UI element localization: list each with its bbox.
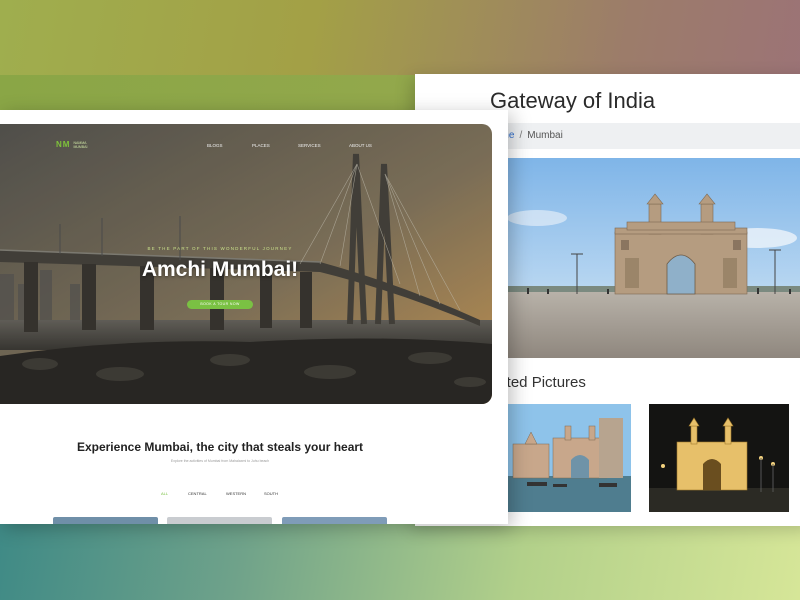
breadcrumb-separator: / bbox=[519, 130, 523, 141]
filter-tab-western[interactable]: WESTERN bbox=[226, 491, 246, 496]
nav-about-us[interactable]: ABOUT US bbox=[349, 143, 372, 148]
background-bottom-band bbox=[0, 522, 800, 600]
hero-title: Amchi Mumbai! bbox=[141, 258, 299, 281]
breadcrumb-current: Mumbai bbox=[527, 130, 563, 141]
nav-blogs[interactable]: BLOGS bbox=[207, 143, 223, 148]
filter-tab-central[interactable]: CENTRAL bbox=[188, 491, 207, 496]
filter-tab-all[interactable]: ALL bbox=[161, 491, 168, 496]
site-logo[interactable]: NM NAMMA MUMBAI bbox=[56, 140, 91, 149]
page-title: Gateway of India bbox=[490, 88, 656, 113]
filter-tab-south[interactable]: SOUTH bbox=[264, 491, 278, 496]
place-card[interactable] bbox=[167, 517, 272, 524]
place-card[interactable] bbox=[53, 517, 158, 524]
logo-text: NAMMA MUMBAI bbox=[73, 140, 88, 149]
section-subtitle: Explore the activities of Mumbai from Ma… bbox=[170, 459, 270, 463]
nav-places[interactable]: PLACES bbox=[252, 143, 270, 148]
related-picture-night[interactable] bbox=[649, 404, 789, 512]
nav-services[interactable]: SERVICES bbox=[298, 143, 321, 148]
book-tour-button[interactable]: BOOK A TOUR NOW bbox=[187, 300, 253, 309]
place-card[interactable] bbox=[282, 517, 387, 524]
section-title: Experience Mumbai, the city that steals … bbox=[76, 440, 364, 454]
gateway-main-photo bbox=[507, 158, 800, 358]
tourism-site-page: NM NAMMA MUMBAI BLOGS PLACES SERVICES AB… bbox=[0, 110, 508, 524]
hero-tagline: BE THE PART OF THIS WONDERFUL JOURNEY bbox=[147, 246, 293, 251]
related-pictures-heading: lated Pictures bbox=[495, 374, 586, 391]
logo-mark: NM bbox=[56, 140, 71, 149]
hero-banner: NM NAMMA MUMBAI BLOGS PLACES SERVICES AB… bbox=[0, 124, 492, 404]
related-picture-day[interactable] bbox=[507, 404, 631, 512]
